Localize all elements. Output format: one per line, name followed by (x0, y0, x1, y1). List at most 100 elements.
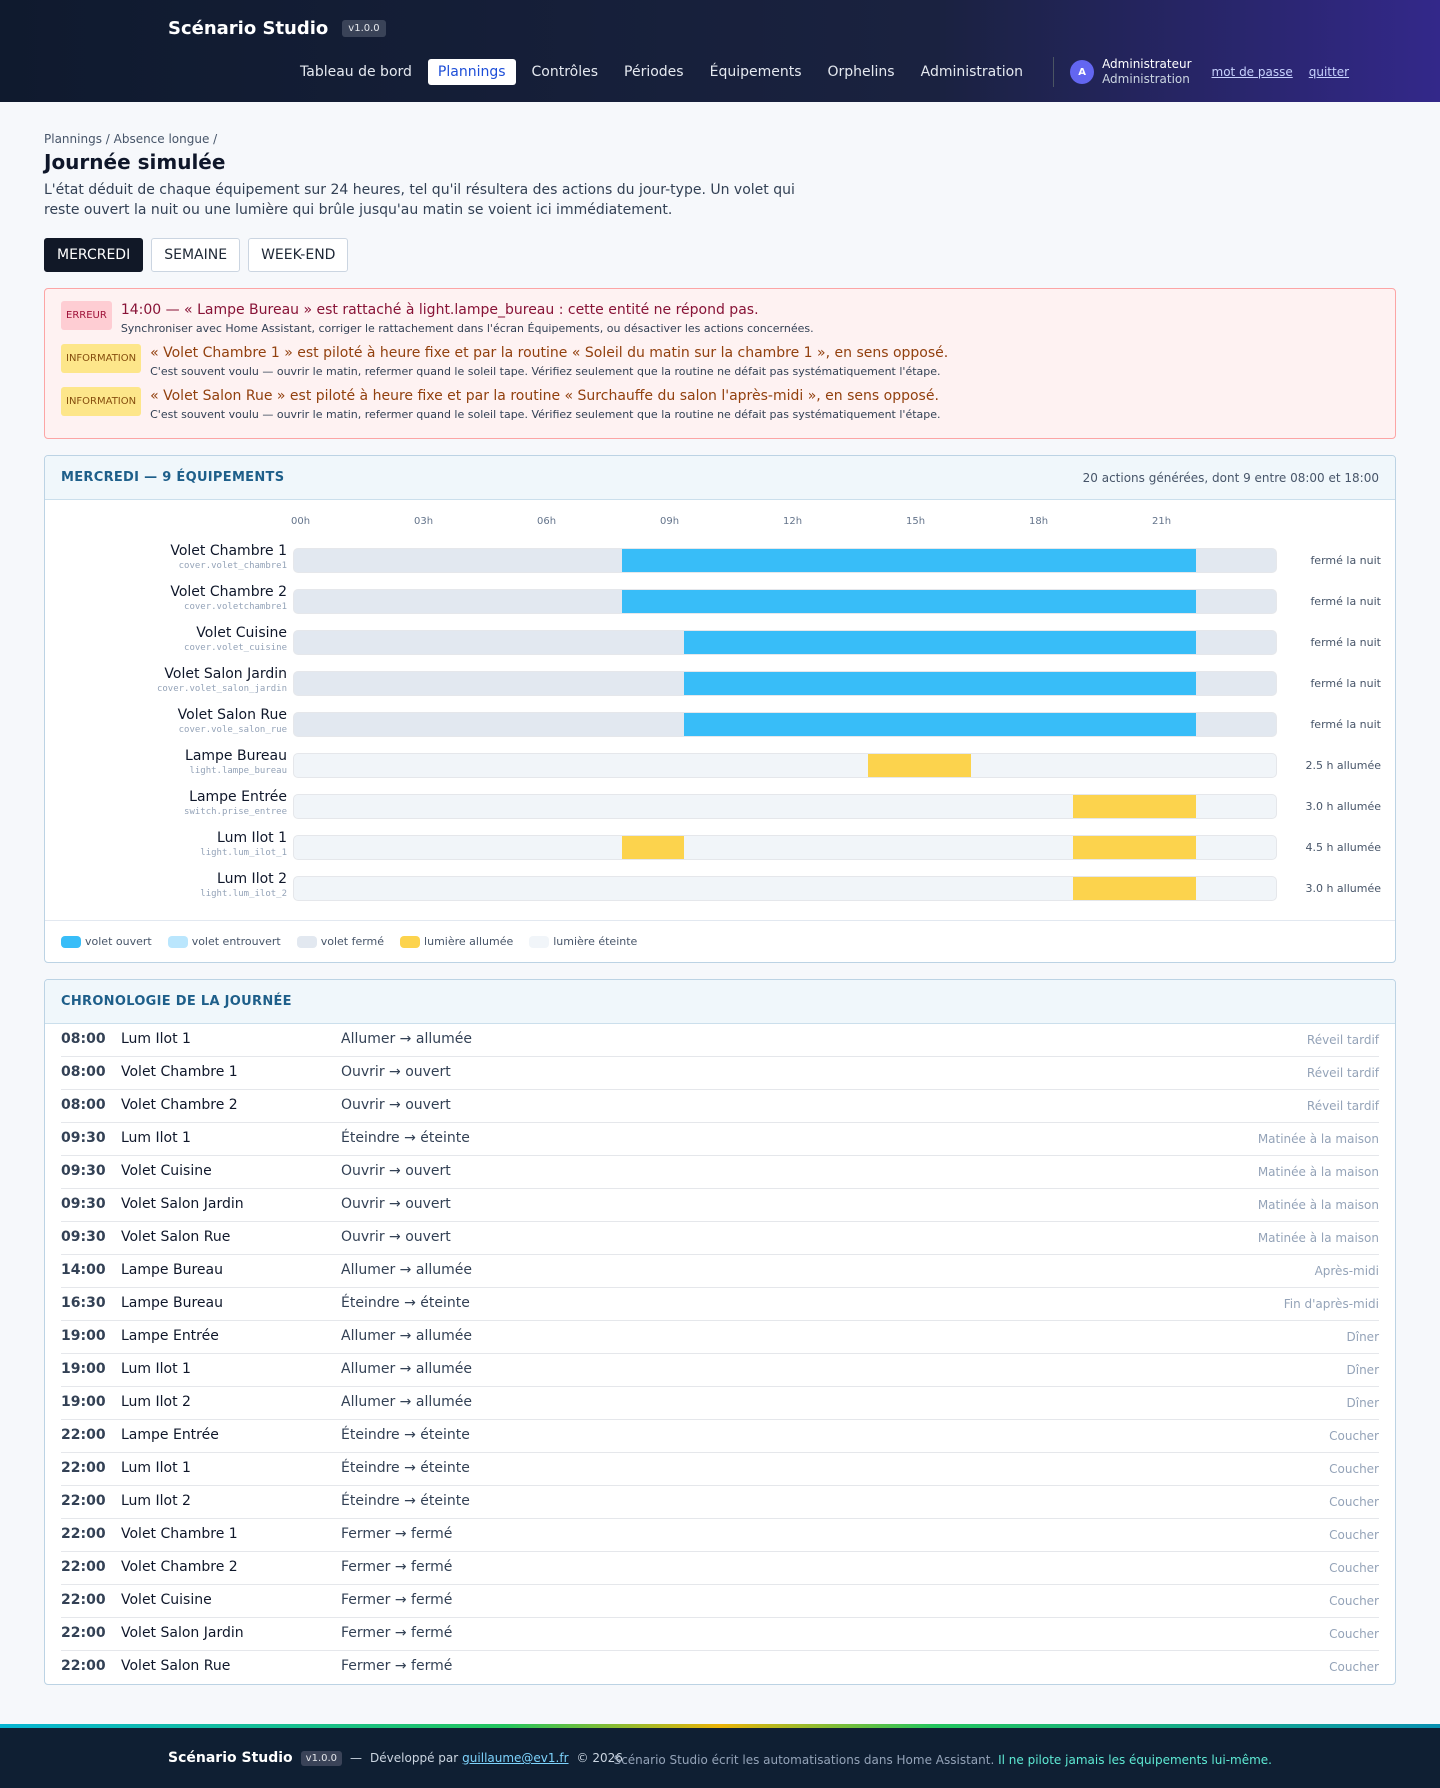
action-period: Coucher (1329, 1594, 1379, 1608)
axis-tick-label: 12h (783, 516, 803, 527)
chronology-row: 09:30 Volet Salon Jardin Ouvrir → ouvert Ma… (61, 1189, 1379, 1222)
action-description: Éteindre → éteinte (341, 1460, 470, 1476)
footer-version: v1.0.0 (300, 1750, 343, 1766)
equipment-name: Lampe Entrée (189, 789, 287, 805)
brand: Scénario Studio v1.0.0 (168, 18, 386, 39)
tab-mercredi[interactable]: MERCREDI (44, 238, 144, 272)
alert-level-badge: INFORMATION (61, 344, 142, 373)
chronology-title: CHRONOLOGIE DE LA JOURNÉE (61, 994, 292, 1009)
action-equipment: Lum Ilot 1 (121, 1031, 191, 1047)
action-time: 22:00 (61, 1427, 106, 1443)
chronology-row: 08:00 Volet Chambre 2 Ouvrir → ouvert Révei… (61, 1090, 1379, 1123)
tab-semaine[interactable]: SEMAINE (151, 238, 241, 272)
chronology-row: 22:00 Lampe Entrée Éteindre → éteinte Couch… (61, 1420, 1379, 1453)
action-period: Réveil tardif (1306, 1099, 1379, 1113)
chronology-row: 22:00 Volet Chambre 2 Fermer → fermé Couche… (61, 1552, 1379, 1585)
action-time: 08:00 (61, 1031, 106, 1047)
action-time: 09:30 (61, 1196, 106, 1212)
chronology-row: 19:00 Lum Ilot 2 Allumer → allumée Dîner (61, 1387, 1379, 1420)
action-description: Ouvrir → ouvert (341, 1229, 451, 1245)
action-description: Ouvrir → ouvert (341, 1064, 451, 1080)
axis-tick-label: 06h (537, 516, 557, 527)
action-period: Coucher (1329, 1528, 1379, 1542)
action-period: Réveil tardif (1306, 1033, 1379, 1047)
equipment-entity-id: light.lum_ilot_2 (200, 889, 287, 899)
footer-accent-bar (0, 1724, 1440, 1728)
action-description: Ouvrir → ouvert (341, 1163, 451, 1179)
chronology-row: 22:00 Volet Chambre 1 Fermer → fermé Couche… (61, 1519, 1379, 1552)
action-equipment: Lampe Entrée (121, 1427, 219, 1443)
user-role: Administration (1102, 72, 1190, 86)
equipment-name: Volet Chambre 1 (170, 543, 287, 559)
axis-tick-label: 18h (1029, 516, 1049, 527)
action-period: Coucher (1329, 1561, 1379, 1575)
action-equipment: Lum Ilot 2 (121, 1493, 191, 1509)
equipment-name: Lum Ilot 2 (217, 871, 287, 887)
legend-swatch (529, 935, 550, 948)
nav-item-administration[interactable]: Administration (911, 59, 1033, 85)
action-time: 22:00 (61, 1625, 106, 1641)
equipment-label: Volet Cuisine cover.volet_cuisine (184, 624, 287, 654)
chronology-panel: CHRONOLOGIE DE LA JOURNÉE 08:00 Lum Ilot … (44, 979, 1396, 1685)
breadcrumb[interactable]: Plannings / Absence longue / (44, 132, 1396, 146)
action-period: Coucher (1329, 1627, 1379, 1641)
equipment-label: Volet Salon Rue cover.vole_salon_rue (178, 706, 287, 736)
state-track (293, 712, 1277, 737)
nav-item-equipements[interactable]: Équipements (700, 59, 812, 85)
footer-note: Scénario Studio écrit les automatisation… (614, 1753, 1272, 1767)
action-time: 22:00 (61, 1658, 106, 1674)
light-on-segment (1073, 836, 1196, 859)
user-info: Administrateur Administration (1102, 57, 1191, 87)
equipment-entity-id: light.lum_ilot_1 (200, 848, 287, 858)
legend-label: volet entrouvert (191, 935, 281, 948)
legend-label: volet fermé (320, 935, 385, 948)
action-period: Dîner (1346, 1396, 1380, 1410)
nav-item-orphelins[interactable]: Orphelins (818, 59, 905, 85)
nav-item-controles[interactable]: Contrôles (522, 59, 609, 85)
alert-detail: C'est souvent voulu — ouvrir le matin, r… (150, 408, 941, 421)
action-period: Matinée à la maison (1257, 1198, 1379, 1212)
top-bar: Scénario Studio v1.0.0 Tableau de bord Pl… (0, 0, 1440, 102)
action-time: 19:00 (61, 1394, 106, 1410)
action-time: 08:00 (61, 1064, 106, 1080)
state-summary: fermé la nuit (1310, 636, 1381, 649)
timeline-meta: 20 actions générées, dont 9 entre 08:00 … (1082, 470, 1379, 485)
chronology-row: 22:00 Volet Salon Rue Fermer → fermé Couche… (61, 1651, 1379, 1684)
nav-item-tableau-de-bord[interactable]: Tableau de bord (290, 59, 422, 85)
state-track (293, 589, 1277, 614)
action-period: Matinée à la maison (1257, 1132, 1379, 1146)
logout-link[interactable]: quitter (1309, 65, 1349, 79)
action-period: Dîner (1346, 1330, 1380, 1344)
action-equipment: Volet Salon Jardin (121, 1196, 244, 1212)
equipment-entity-id: cover.volet_cuisine (184, 643, 287, 653)
nav-divider (1053, 57, 1055, 87)
alert-level-badge: INFORMATION (61, 387, 142, 416)
alert-item: ERREUR 14:00 — « Lampe Bureau » est ratta… (61, 301, 1379, 335)
nav-item-periodes[interactable]: Périodes (614, 59, 694, 85)
equipment-entity-id: light.lampe_bureau (189, 766, 287, 776)
timeline-row: Volet Salon Jardin cover.volet_salon_jard… (45, 665, 1395, 706)
nav-item-plannings[interactable]: Plannings (427, 59, 516, 85)
app-name[interactable]: Scénario Studio (168, 18, 328, 39)
action-time: 08:00 (61, 1097, 106, 1113)
page-description: L'état déduit de chaque équipement sur 2… (44, 182, 795, 218)
equipment-entity-id: cover.voletchambre1 (184, 602, 287, 612)
timeline-row: Lum Ilot 1 light.lum_ilot_1 4.5 h allumée (45, 829, 1395, 870)
action-description: Allumer → allumée (341, 1361, 472, 1377)
light-on-segment (622, 836, 684, 859)
equipment-name: Lampe Bureau (185, 748, 287, 764)
developer-email-link[interactable]: guillaume@ev1.fr (462, 1751, 568, 1765)
action-equipment: Volet Salon Jardin (121, 1625, 244, 1641)
legend-item: volet ouvert (61, 935, 152, 948)
legend-item: lumière allumée (400, 935, 513, 948)
action-description: Éteindre → éteinte (341, 1493, 470, 1509)
action-time: 22:00 (61, 1526, 106, 1542)
state-summary: 3.0 h allumée (1305, 800, 1381, 813)
chronology-row: 14:00 Lampe Bureau Allumer → allumée Après-… (61, 1255, 1379, 1288)
state-summary: fermé la nuit (1310, 554, 1381, 567)
change-password-link[interactable]: mot de passe (1212, 65, 1293, 79)
alert-detail: C'est souvent voulu — ouvrir le matin, r… (150, 365, 941, 378)
state-summary: 3.0 h allumée (1305, 882, 1381, 895)
tab-week-end[interactable]: WEEK-END (248, 238, 349, 272)
light-on-segment (868, 754, 971, 777)
